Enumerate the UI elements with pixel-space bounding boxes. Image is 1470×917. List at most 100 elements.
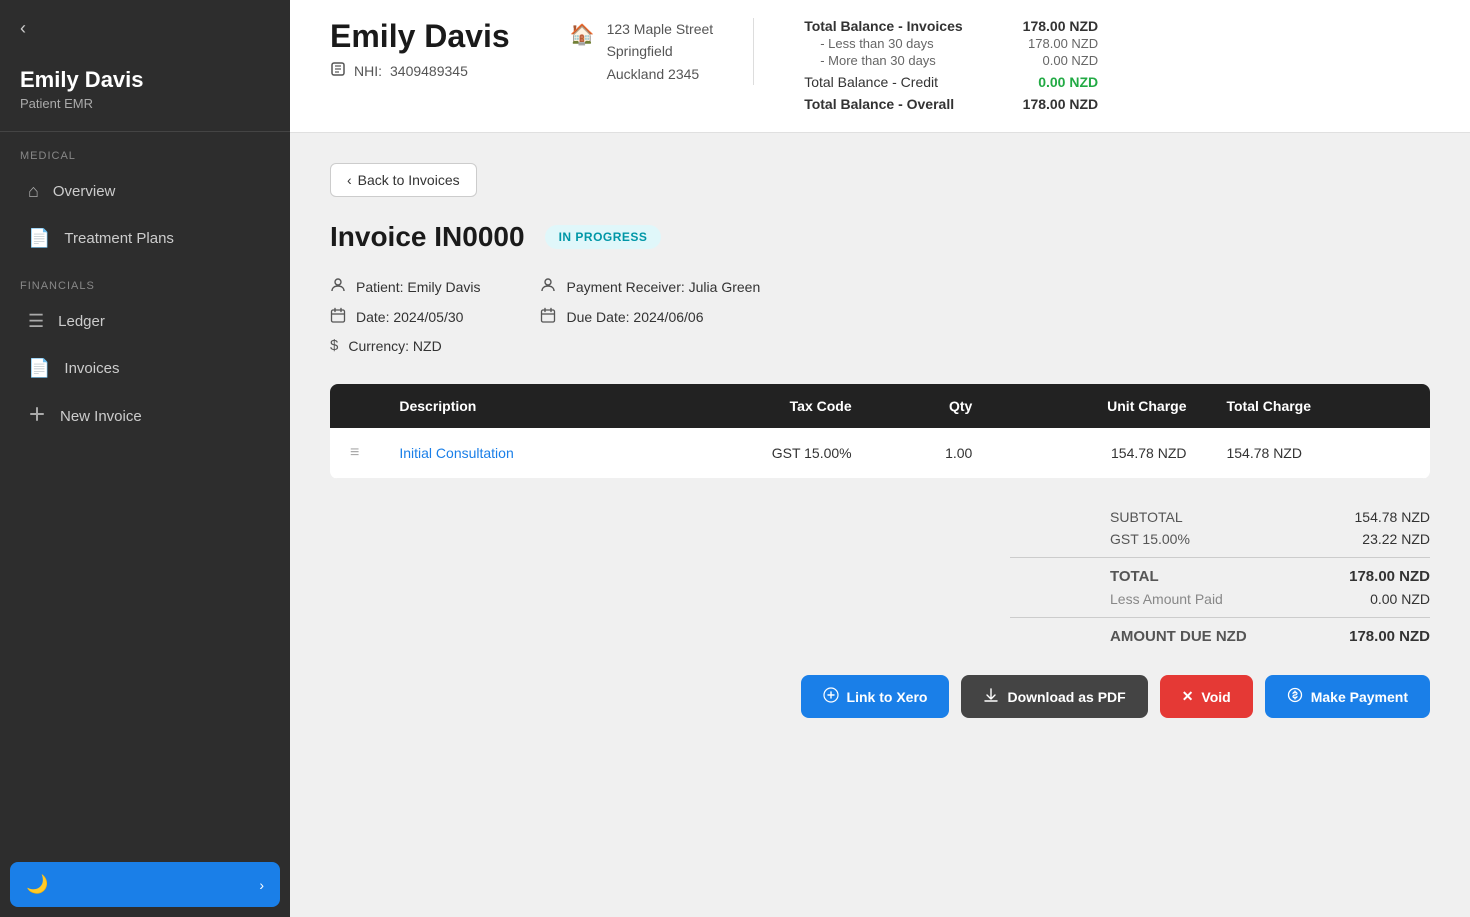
less-paid-row: Less Amount Paid 0.00 NZD: [1010, 591, 1430, 607]
sidebar-item-label: Invoices: [64, 360, 119, 377]
meta-currency: $ Currency: NZD: [330, 337, 480, 354]
make-payment-label: Make Payment: [1311, 689, 1408, 705]
xero-icon: [823, 687, 839, 706]
col-tax-code: Tax Code: [656, 384, 871, 428]
table-header-row: Description Tax Code Qty Unit Charge Tot…: [330, 384, 1430, 428]
currency-icon: $: [330, 337, 338, 354]
list-icon: ☰: [28, 311, 44, 332]
drag-handle-icon[interactable]: ≡: [350, 444, 359, 461]
col-qty: Qty: [872, 384, 993, 428]
back-chevron-icon: ‹: [347, 172, 352, 188]
meta-date: Date: 2024/05/30: [330, 307, 480, 327]
less-30-value: 178.00 NZD: [1028, 36, 1098, 51]
nhi-icon: [330, 61, 346, 80]
void-icon: ✕: [1182, 688, 1194, 705]
balance-row-overall: Total Balance - Overall 178.00 NZD: [804, 96, 1098, 112]
row-description[interactable]: Initial Consultation: [379, 428, 656, 479]
invoice-content: ‹ Back to Invoices Invoice IN0000 IN PRO…: [290, 133, 1470, 917]
download-pdf-button[interactable]: Download as PDF: [961, 675, 1147, 718]
patient-name-block: Emily Davis NHI: 3409489345: [330, 18, 510, 80]
gst-row: GST 15.00% 23.22 NZD: [1010, 531, 1430, 547]
row-tax-code: GST 15.00%: [656, 428, 871, 479]
row-qty: 1.00: [872, 428, 993, 479]
address-line2: Springfield: [607, 40, 714, 62]
sidebar-item-treatment-plans[interactable]: 📄 Treatment Plans: [8, 216, 282, 261]
balance-row-total-invoices: Total Balance - Invoices 178.00 NZD: [804, 18, 1098, 34]
less-paid-label: Less Amount Paid: [1110, 591, 1250, 607]
sidebar-patient-info: Emily Davis Patient EMR: [0, 57, 290, 132]
sidebar-patient-name: Emily Davis: [20, 67, 270, 93]
invoice-meta: Patient: Emily Davis Date: 2024/05/30 $ …: [330, 277, 1430, 354]
sidebar-section-medical: MEDICAL: [0, 132, 290, 168]
invoice-actions: Link to Xero Download as PDF ✕ Void Make…: [330, 675, 1430, 738]
due-date-calendar-icon: [540, 307, 556, 327]
sidebar-item-ledger[interactable]: ☰ Ledger: [8, 299, 282, 344]
back-button-label: Back to Invoices: [358, 172, 460, 188]
back-arrow-icon: ‹: [20, 18, 26, 38]
drag-handle-cell: ≡: [330, 428, 379, 479]
more-30-value: 0.00 NZD: [1043, 53, 1099, 68]
amount-due-value: 178.00 NZD: [1310, 628, 1430, 645]
total-credit-label: Total Balance - Credit: [804, 74, 938, 90]
document-icon: 📄: [28, 228, 50, 249]
receiver-icon: [540, 277, 556, 297]
home-address-icon: 🏠: [570, 22, 595, 47]
sidebar: ‹ Emily Davis Patient EMR MEDICAL ⌂ Over…: [0, 0, 290, 917]
meta-due-date: Due Date: 2024/06/06: [540, 307, 760, 327]
sidebar-back-button[interactable]: ‹: [0, 0, 290, 57]
sidebar-toggle[interactable]: 🌙 ›: [10, 862, 280, 907]
due-date-label: Due Date: 2024/06/06: [566, 309, 703, 325]
col-drag: [330, 384, 379, 428]
link-to-xero-label: Link to Xero: [847, 689, 928, 705]
sidebar-item-overview[interactable]: ⌂ Overview: [8, 169, 282, 214]
totals-divider-1: [1010, 557, 1430, 558]
col-total-charge: Total Charge: [1206, 384, 1430, 428]
make-payment-button[interactable]: Make Payment: [1265, 675, 1430, 718]
row-unit-charge: 154.78 NZD: [992, 428, 1206, 479]
sidebar-item-label: New Invoice: [60, 408, 142, 425]
payment-receiver-label: Payment Receiver: Julia Green: [566, 279, 760, 295]
patient-header: Emily Davis NHI: 3409489345 🏠 123 Maple …: [290, 0, 1470, 133]
meta-col-right: Payment Receiver: Julia Green Due Date: …: [540, 277, 760, 354]
patient-nhi: NHI: 3409489345: [330, 61, 510, 80]
totals-block: SUBTOTAL 154.78 NZD GST 15.00% 23.22 NZD…: [330, 509, 1430, 645]
totals-divider-2: [1010, 617, 1430, 618]
invoice-header: Invoice IN0000 IN PROGRESS: [330, 221, 1430, 253]
invoice-title: Invoice IN0000: [330, 221, 525, 253]
item-description-link[interactable]: Initial Consultation: [399, 445, 513, 461]
sidebar-item-new-invoice[interactable]: New Invoice: [8, 393, 282, 440]
subtotal-label: SUBTOTAL: [1110, 509, 1250, 525]
void-label: Void: [1201, 689, 1230, 705]
gst-label: GST 15.00%: [1110, 531, 1250, 547]
patient-icon: [330, 277, 346, 297]
patient-address-block: 🏠 123 Maple Street Springfield Auckland …: [570, 18, 755, 85]
link-to-xero-button[interactable]: Link to Xero: [801, 675, 950, 718]
more-30-label: - More than 30 days: [820, 53, 936, 68]
void-button[interactable]: ✕ Void: [1160, 675, 1253, 718]
sidebar-item-label: Overview: [53, 183, 116, 200]
total-row: TOTAL 178.00 NZD: [1010, 568, 1430, 585]
total-invoices-label: Total Balance - Invoices: [804, 18, 962, 34]
status-badge: IN PROGRESS: [545, 225, 662, 249]
payment-icon: [1287, 687, 1303, 706]
address-line3: Auckland 2345: [607, 63, 714, 85]
calendar-icon: [330, 307, 346, 327]
download-icon: [983, 687, 999, 706]
sidebar-section-financials: FINANCIALS: [0, 262, 290, 298]
total-invoices-value: 178.00 NZD: [1023, 18, 1098, 34]
total-overall-label: Total Balance - Overall: [804, 96, 954, 112]
nhi-label: NHI:: [354, 63, 382, 79]
home-icon: ⌂: [28, 181, 39, 202]
moon-icon: 🌙: [26, 874, 48, 895]
less-30-label: - Less than 30 days: [820, 36, 933, 51]
back-to-invoices-button[interactable]: ‹ Back to Invoices: [330, 163, 477, 197]
invoice-table: Description Tax Code Qty Unit Charge Tot…: [330, 384, 1430, 479]
sidebar-bottom: 🌙 ›: [0, 852, 290, 917]
meta-col-left: Patient: Emily Davis Date: 2024/05/30 $ …: [330, 277, 480, 354]
subtotal-value: 154.78 NZD: [1310, 509, 1430, 525]
currency-label: Currency: NZD: [348, 338, 441, 354]
sidebar-item-invoices[interactable]: 📄 Invoices: [8, 346, 282, 391]
meta-payment-receiver: Payment Receiver: Julia Green: [540, 277, 760, 297]
patient-name: Emily Davis: [330, 18, 510, 55]
amount-due-row: AMOUNT DUE NZD 178.00 NZD: [1010, 628, 1430, 645]
